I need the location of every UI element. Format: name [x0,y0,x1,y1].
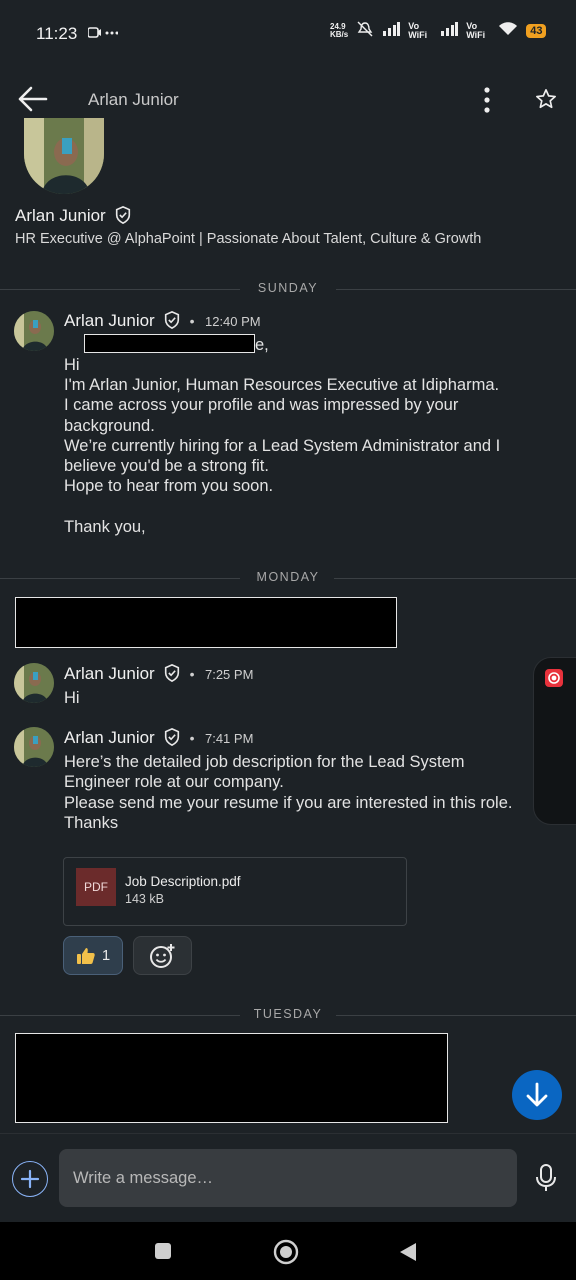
record-icon[interactable] [544,668,564,688]
message-header: Arlan Junior • 7:25 PM [64,664,253,684]
profile-avatar[interactable] [24,118,104,194]
plus-icon [20,1169,40,1189]
signal-icon-2 [440,22,459,39]
status-icons: 24.9 KB/s Vo WiFi Vo WiFi 43 [330,20,547,40]
arrow-down-icon [526,1082,548,1107]
separator-dot: • [189,313,195,329]
screen-recorder-widget[interactable] [533,657,576,825]
day-divider-label: TUESDAY [253,1007,323,1021]
vowifi-label: Vo WiFi [408,20,428,40]
message-header: Arlan Junior • 7:41 PM [64,728,253,748]
system-navigation-bar [0,1222,576,1280]
message-body: Hi [64,689,80,707]
scroll-to-bottom-button[interactable] [512,1070,562,1120]
verified-badge-icon [116,206,131,224]
greeting-text: Hi [64,356,80,375]
wifi-icon [498,22,518,39]
redacted-name [84,334,255,353]
back-nav-icon[interactable] [398,1241,418,1263]
sender-avatar[interactable] [14,663,54,703]
add-attachment-button[interactable] [12,1161,48,1197]
redacted-message [15,1033,448,1123]
signal-icon [382,22,401,39]
message-greeting: Hi [64,335,80,376]
profile-name[interactable]: Arlan Junior [15,206,132,226]
redacted-message [15,597,397,648]
more-options-icon[interactable] [480,86,494,119]
mute-icon [356,21,374,40]
profile-name-text[interactable]: Arlan Junior [15,206,106,225]
separator-dot: • [189,730,195,746]
message-header: Arlan Junior • 12:40 PM [64,311,261,331]
message-input[interactable] [59,1149,517,1207]
microphone-icon [536,1164,556,1191]
like-reaction-button[interactable]: 1 [63,936,123,975]
vowifi-label-2: Vo WiFi [466,20,486,40]
verified-badge-icon [165,728,180,746]
pdf-icon: PDF [76,868,116,906]
sender-name[interactable]: Arlan Junior [64,728,155,747]
greeting-tail: e, [255,336,269,354]
sender-name[interactable]: Arlan Junior [64,664,155,683]
recent-apps-icon[interactable] [154,1242,172,1260]
like-count: 1 [101,947,111,964]
separator-dot: • [189,666,195,682]
add-emoji-icon [149,943,174,968]
sender-name[interactable]: Arlan Junior [64,311,155,330]
pdf-attachment[interactable]: PDF Job Description.pdf 143 kB [63,857,407,926]
battery-indicator: 43 [526,23,547,38]
profile-headline: HR Executive @ AlphaPoint | Passionate A… [15,231,482,247]
verified-badge-icon [165,664,180,682]
verified-badge-icon [165,311,180,329]
message-time: 7:41 PM [204,731,254,746]
attachment-file-name: Job Description.pdf [125,874,241,889]
home-icon[interactable] [273,1239,299,1265]
message-time: 7:25 PM [204,667,254,682]
thumbs-up-icon [76,947,95,964]
day-divider-label: MONDAY [256,570,320,584]
day-divider-sunday: SUNDAY [0,280,576,298]
data-speed-text: 24.9 KB/s [330,21,349,39]
status-time: 11:23 [36,24,78,43]
star-icon[interactable] [535,88,557,115]
message-body: Here’s the detailed job description for … [64,753,513,832]
day-divider-label: SUNDAY [257,281,319,295]
attachment-file-size: 143 kB [125,892,164,906]
microphone-button[interactable] [534,1163,558,1193]
day-divider-monday: MONDAY [0,569,576,587]
day-divider-tuesday: TUESDAY [0,1006,576,1024]
sender-avatar[interactable] [14,727,54,767]
back-arrow-icon[interactable] [18,86,48,117]
sender-avatar[interactable] [14,311,54,351]
message-time: 12:40 PM [204,314,261,329]
header-title[interactable]: Arlan Junior [88,90,179,110]
add-reaction-button[interactable] [133,936,192,975]
camera-status-icon [87,25,119,46]
message-body: I'm Arlan Junior, Human Resources Execut… [64,376,501,537]
